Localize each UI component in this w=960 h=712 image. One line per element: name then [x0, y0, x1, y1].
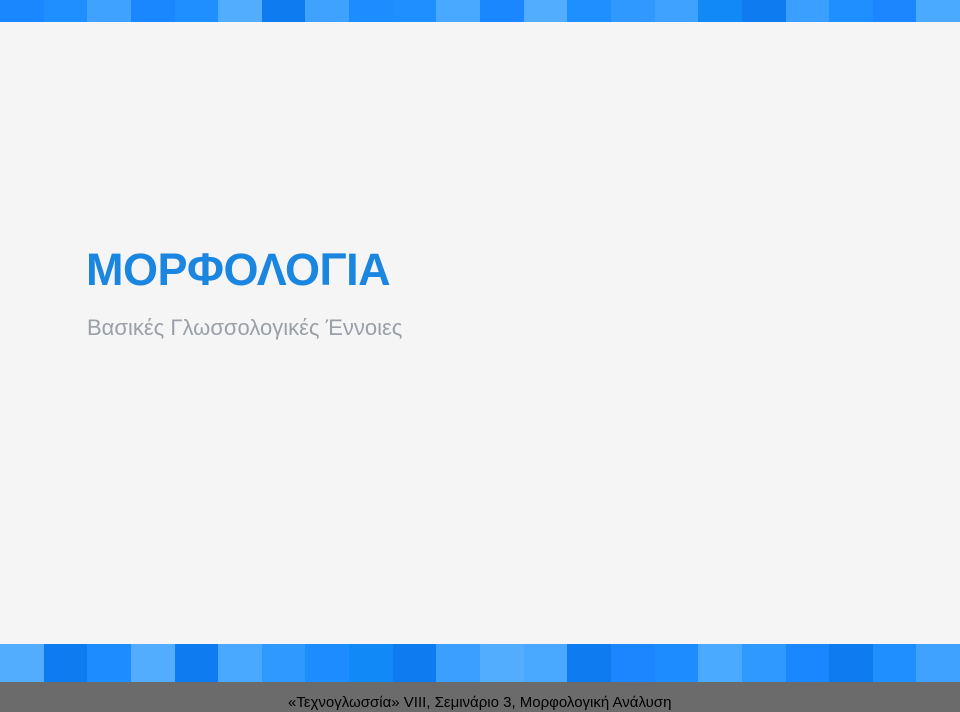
stripe-block	[654, 644, 699, 682]
stripe-block	[392, 0, 437, 22]
stripe-block	[43, 0, 88, 22]
stripe-block	[872, 644, 917, 682]
stripe-block	[305, 644, 350, 682]
stripe-block	[610, 0, 655, 22]
stripe-block	[392, 644, 437, 682]
stripe-block	[480, 0, 524, 22]
stripe-block	[218, 644, 262, 682]
stripe-block	[741, 644, 786, 682]
slide-canvas: ΜΟΡΦΟΛΟΓΙΑ Βασικές Γλωσσολογικές Έννοιες	[0, 22, 960, 644]
stripe-block	[87, 0, 131, 22]
stripe-block	[0, 0, 44, 22]
stripe-block	[436, 644, 481, 682]
stripe-block	[261, 0, 306, 22]
stripe-block	[130, 0, 175, 22]
stripe-block	[261, 644, 306, 682]
stripe-block	[480, 644, 524, 682]
stripe-block	[610, 644, 655, 682]
stripe-block	[43, 644, 88, 682]
stripe-block	[349, 0, 393, 22]
stripe-block	[698, 0, 742, 22]
stripe-block	[218, 0, 262, 22]
stripe-block	[436, 0, 481, 22]
stripe-block	[872, 0, 917, 22]
stripe-block	[174, 644, 219, 682]
stripe-block	[305, 0, 350, 22]
top-decorative-stripe	[0, 0, 960, 22]
footer-bar: «Τεχνογλωσσία» VIII, Σεμινάριο 3, Μορφολ…	[0, 682, 960, 712]
stripe-block	[87, 644, 131, 682]
stripe-block	[130, 644, 175, 682]
stripe-block	[916, 0, 960, 22]
stripe-block	[654, 0, 699, 22]
stripe-block	[829, 644, 873, 682]
stripe-block	[567, 0, 611, 22]
stripe-block	[567, 644, 611, 682]
stripe-block	[741, 0, 786, 22]
stripe-block	[785, 0, 830, 22]
stripe-block	[174, 0, 219, 22]
stripe-block	[916, 644, 960, 682]
stripe-block	[523, 0, 568, 22]
slide-subtitle: Βασικές Γλωσσολογικές Έννοιες	[87, 315, 403, 340]
stripe-block	[523, 644, 568, 682]
bottom-decorative-stripe	[0, 644, 960, 682]
stripe-block	[785, 644, 830, 682]
slide-title: ΜΟΡΦΟΛΟΓΙΑ	[86, 244, 391, 295]
stripe-block	[829, 0, 873, 22]
stripe-block	[698, 644, 742, 682]
footer-caption: «Τεχνογλωσσία» VIII, Σεμινάριο 3, Μορφολ…	[288, 694, 672, 711]
stripe-block	[0, 644, 44, 682]
stripe-block	[349, 644, 393, 682]
